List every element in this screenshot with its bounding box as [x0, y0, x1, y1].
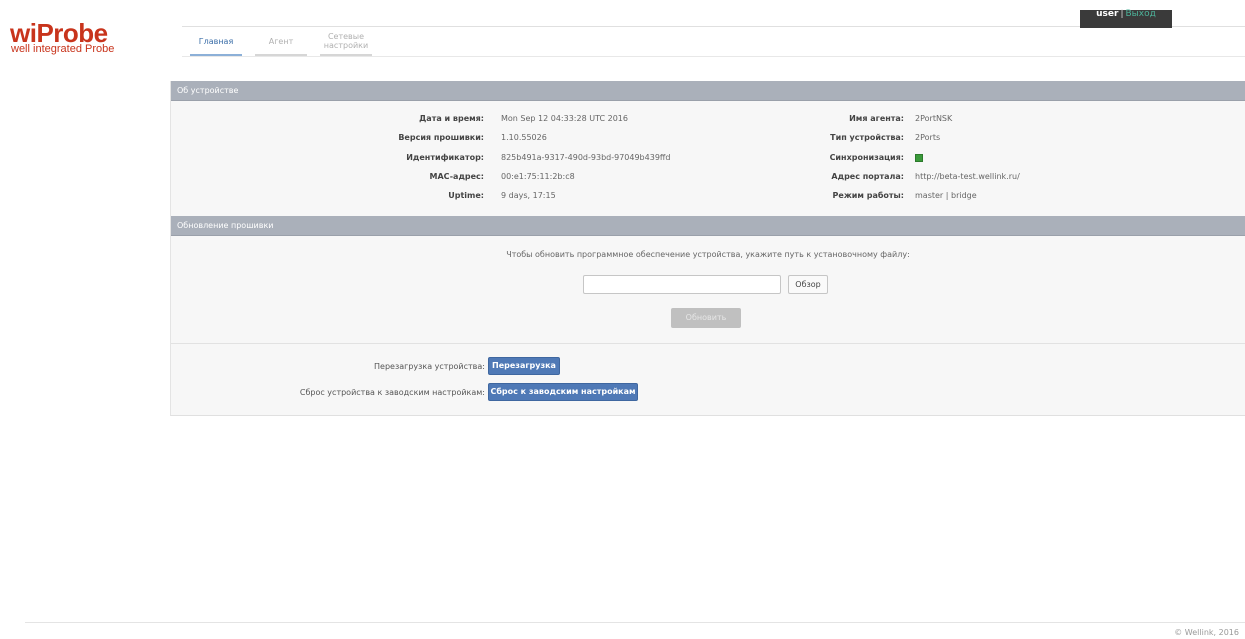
info-value: master | bridge: [915, 191, 977, 200]
device-info-panel: Об устройстве Дата и время: Mon Sep 12 0…: [170, 81, 1245, 216]
sync-status-indicator: [915, 154, 923, 162]
info-label: Адрес портала:: [831, 172, 904, 181]
factory-reset-button[interactable]: Сброс к заводским настройкам: [488, 383, 638, 401]
user-box: user | Выход: [1080, 10, 1172, 28]
logo-title: wiProbe: [10, 18, 108, 48]
user-separator: |: [1120, 9, 1124, 19]
footer-divider: [25, 622, 1245, 623]
firmware-file-input[interactable]: [583, 275, 781, 294]
info-label: Имя агента:: [849, 114, 904, 123]
update-button[interactable]: Обновить: [671, 308, 741, 328]
info-value: http://beta-test.wellink.ru/: [915, 172, 1020, 181]
info-row-mode: Режим работы:: [171, 190, 904, 202]
tabs-divider: [182, 56, 1245, 57]
info-row-sync: Синхронизация:: [171, 152, 904, 164]
tab-agent[interactable]: Агент: [255, 28, 307, 56]
username: user: [1096, 9, 1119, 19]
tab-network-settings[interactable]: Сетевые настройки: [320, 28, 372, 56]
info-row-portal: Адрес портала:: [171, 171, 904, 183]
info-value-sync: [915, 152, 927, 164]
tab-main[interactable]: Главная: [190, 28, 242, 56]
copyright: © Wellink, 2016: [1174, 628, 1239, 637]
info-label: Режим работы:: [832, 191, 904, 200]
info-label: Синхронизация:: [829, 153, 904, 162]
firmware-panel: Обновление прошивки Чтобы обновить прогр…: [170, 216, 1245, 416]
device-info-header: Об устройстве: [171, 81, 1245, 101]
info-row-agent-name: Имя агента:: [171, 113, 904, 125]
reboot-label: Перезагрузка устройства:: [374, 362, 485, 371]
main-tabs: Главная Агент Сетевые настройки: [190, 28, 385, 56]
logo: wiProbe well integrated Probe: [10, 18, 150, 55]
info-value: 2PortNSK: [915, 114, 953, 123]
firmware-instructions: Чтобы обновить программное обеспечение у…: [506, 250, 910, 259]
info-row-device-type: Тип устройства:: [171, 132, 904, 144]
info-value: 2Ports: [915, 133, 941, 142]
logo-subtitle: well integrated Probe: [11, 43, 115, 55]
factory-reset-label: Сброс устройства к заводским настройкам:: [299, 388, 485, 397]
section-divider: [171, 343, 1245, 344]
logout-link[interactable]: Выход: [1126, 10, 1156, 19]
browse-button[interactable]: Обзор: [788, 275, 828, 294]
info-label: Тип устройства:: [830, 133, 904, 142]
reboot-button[interactable]: Перезагрузка: [488, 357, 560, 375]
firmware-header: Обновление прошивки: [171, 216, 1245, 236]
